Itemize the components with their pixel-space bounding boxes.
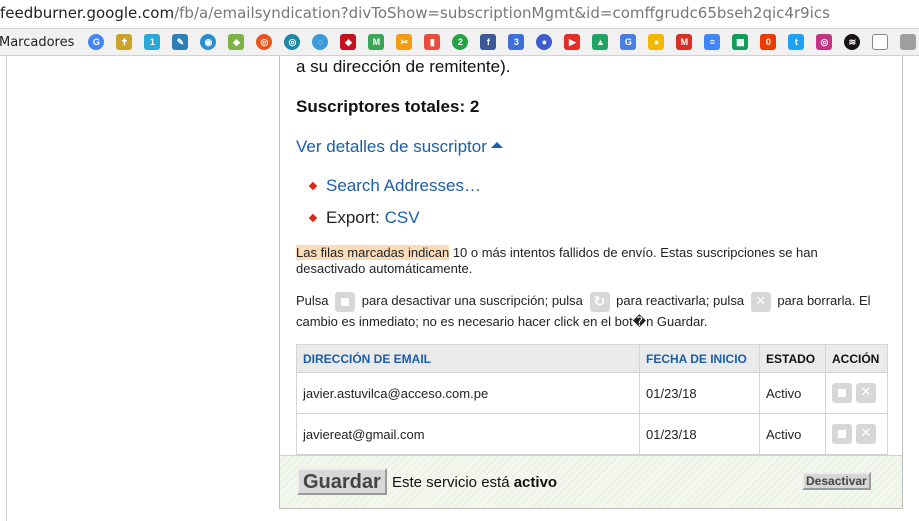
url-path: /fb/a/emailsyndication?divToShow=subscri… [174, 4, 830, 22]
delete-button[interactable] [856, 383, 876, 403]
profile-icon[interactable]: ● [536, 34, 553, 50]
bullet-icon [308, 213, 318, 223]
row-date: 01/23/18 [639, 413, 760, 455]
scissors-icon[interactable]: ✂ [396, 34, 413, 50]
save-button[interactable]: Guardar [297, 468, 387, 495]
subscriber-details-label[interactable]: Ver detalles de suscriptor [296, 137, 487, 157]
translate-icon[interactable]: G [620, 34, 637, 50]
row-email: javiereat@gmail.com [296, 413, 640, 455]
twitter-icon[interactable]: t [788, 34, 805, 50]
url-host: feedburner.google.com [0, 4, 175, 22]
android-icon[interactable]: ◆ [228, 34, 245, 50]
search-addresses-link[interactable]: Search Addresses… [326, 176, 481, 196]
deactivate-button[interactable] [832, 383, 852, 403]
save-bar: Guardar Este servicio está activo Desact… [280, 455, 902, 508]
row-status: Activo [759, 372, 826, 414]
total-subscribers: Suscriptores totales: 2 [296, 97, 480, 116]
delete-button[interactable] [856, 424, 876, 444]
spotify-icon[interactable]: ≋ [844, 34, 861, 50]
teal-icon[interactable]: ◎ [284, 34, 301, 50]
bookmarks-label[interactable]: Marcadores [0, 35, 74, 50]
notice-rest: 10 o más intentos fallidos de envío. Est… [449, 245, 818, 260]
table-header-row: DIRECCIÓN DE EMAIL FECHA DE INICIO ESTAD… [296, 344, 888, 373]
left-divider [6, 56, 7, 521]
col-start-header[interactable]: FECHA DE INICIO [639, 344, 760, 373]
col-status-header: ESTADO [759, 344, 826, 373]
table-row: javiereat@gmail.com 01/23/18 Activo [296, 413, 888, 455]
keep-icon[interactable]: ● [648, 34, 665, 50]
help-delete: para borrarla. El [777, 293, 871, 308]
office-icon[interactable]: 0 [760, 34, 777, 50]
bookmark-icons: G ✝ 1 ✎ ◉ ◆ ◎ ◎ ◌ ◆ M ✂ ▮ 2 f 3 ● ▶ ▲ G ● M ≡ ▦ 0 t ◎ ≋ [82, 34, 919, 50]
calendar-icon[interactable]: 3 [508, 34, 525, 50]
bullet-icon [308, 181, 318, 191]
blank-page-icon[interactable] [872, 34, 889, 50]
service-state: activo [513, 474, 558, 491]
row-actions [825, 372, 888, 414]
docs-icon[interactable]: ≡ [704, 34, 721, 50]
folder-icon[interactable] [900, 34, 917, 50]
drive-icon[interactable]: ▲ [592, 34, 609, 50]
help-text: Pulsa para desactivar una suscripción; p… [296, 291, 871, 332]
help-reactivate: para reactivarla; pulsa [616, 293, 745, 308]
swirl-icon[interactable]: ◌ [312, 34, 329, 50]
instagram-icon[interactable]: ◎ [816, 34, 833, 50]
ruby-icon[interactable]: ◆ [340, 34, 357, 50]
youtube-icon[interactable]: ▶ [564, 34, 581, 50]
failed-rows-notice: Las filas marcadas indican 10 o más inte… [296, 245, 818, 277]
gmail-icon[interactable]: M [676, 34, 693, 50]
subscription-panel: a su dirección de remitente). Suscriptor… [279, 56, 903, 509]
subscriber-details-link[interactable]: Ver detalles de suscriptor [296, 137, 503, 157]
caret-up-icon[interactable] [490, 142, 503, 148]
delete-icon [750, 291, 771, 312]
export-item: Export: CSV [308, 208, 420, 228]
sheets-icon[interactable]: ▦ [732, 34, 749, 50]
subscribers-table: DIRECCIÓN DE EMAIL FECHA DE INICIO ESTAD… [296, 344, 888, 455]
google-icon[interactable]: G [88, 34, 105, 50]
reactivate-icon [589, 291, 610, 312]
service-status: Este servicio está activo [392, 474, 557, 491]
bookmarks-bar: Marcadores G ✝ 1 ✎ ◉ ◆ ◎ ◎ ◌ ◆ M ✂ ▮ 2 f 3 ● ▶ ▲ G ● M ≡ ▦ 0 t ◎ ≋ [0, 28, 919, 56]
row-date: 01/23/18 [639, 372, 760, 414]
row-email: javier.astuvilca@acceso.com.pe [296, 372, 640, 414]
col-email-header[interactable]: DIRECCIÓN DE EMAIL [296, 344, 640, 373]
export-csv-link[interactable]: CSV [385, 208, 420, 228]
address-bar[interactable]: feedburner.google.com/fb/a/emailsyndicat… [0, 0, 919, 27]
cross-icon[interactable]: ✝ [116, 34, 133, 50]
row-actions [825, 413, 888, 455]
table-row: javier.astuvilca@acceso.com.pe 01/23/18 … [296, 372, 888, 414]
green-m-icon[interactable]: M [368, 34, 385, 50]
deactivate-icon [335, 291, 356, 312]
ubuntu-icon[interactable]: ◎ [256, 34, 273, 50]
row-status: Activo [759, 413, 826, 455]
export-label: Export: [326, 208, 380, 227]
help-pulsa: Pulsa [296, 293, 329, 308]
service-text: Este servicio está [392, 474, 514, 491]
notice-highlight: Las filas marcadas indican [296, 245, 450, 260]
col-action-header: ACCIÓN [825, 344, 888, 373]
bookmark-red-icon[interactable]: ▮ [424, 34, 441, 50]
tool-icon[interactable]: ✎ [172, 34, 189, 50]
help-line2: cambio es inmediato; no es necesario hac… [296, 313, 708, 329]
deactivate-button[interactable] [832, 424, 852, 444]
facebook-icon[interactable]: f [480, 34, 497, 50]
help-deactivate: para desactivar una suscripción; pulsa [361, 293, 583, 308]
blue-app-icon[interactable]: 1 [144, 34, 161, 50]
deactivate-service-button[interactable]: Desactivar [802, 472, 871, 490]
whatsapp-icon[interactable]: 2 [452, 34, 469, 50]
search-addresses-item: Search Addresses… [308, 176, 481, 196]
blue-globe-icon[interactable]: ◉ [200, 34, 217, 50]
remitente-text: a su dirección de remitente). [296, 57, 511, 76]
notice-line2: desactivado automáticamente. [296, 261, 473, 276]
